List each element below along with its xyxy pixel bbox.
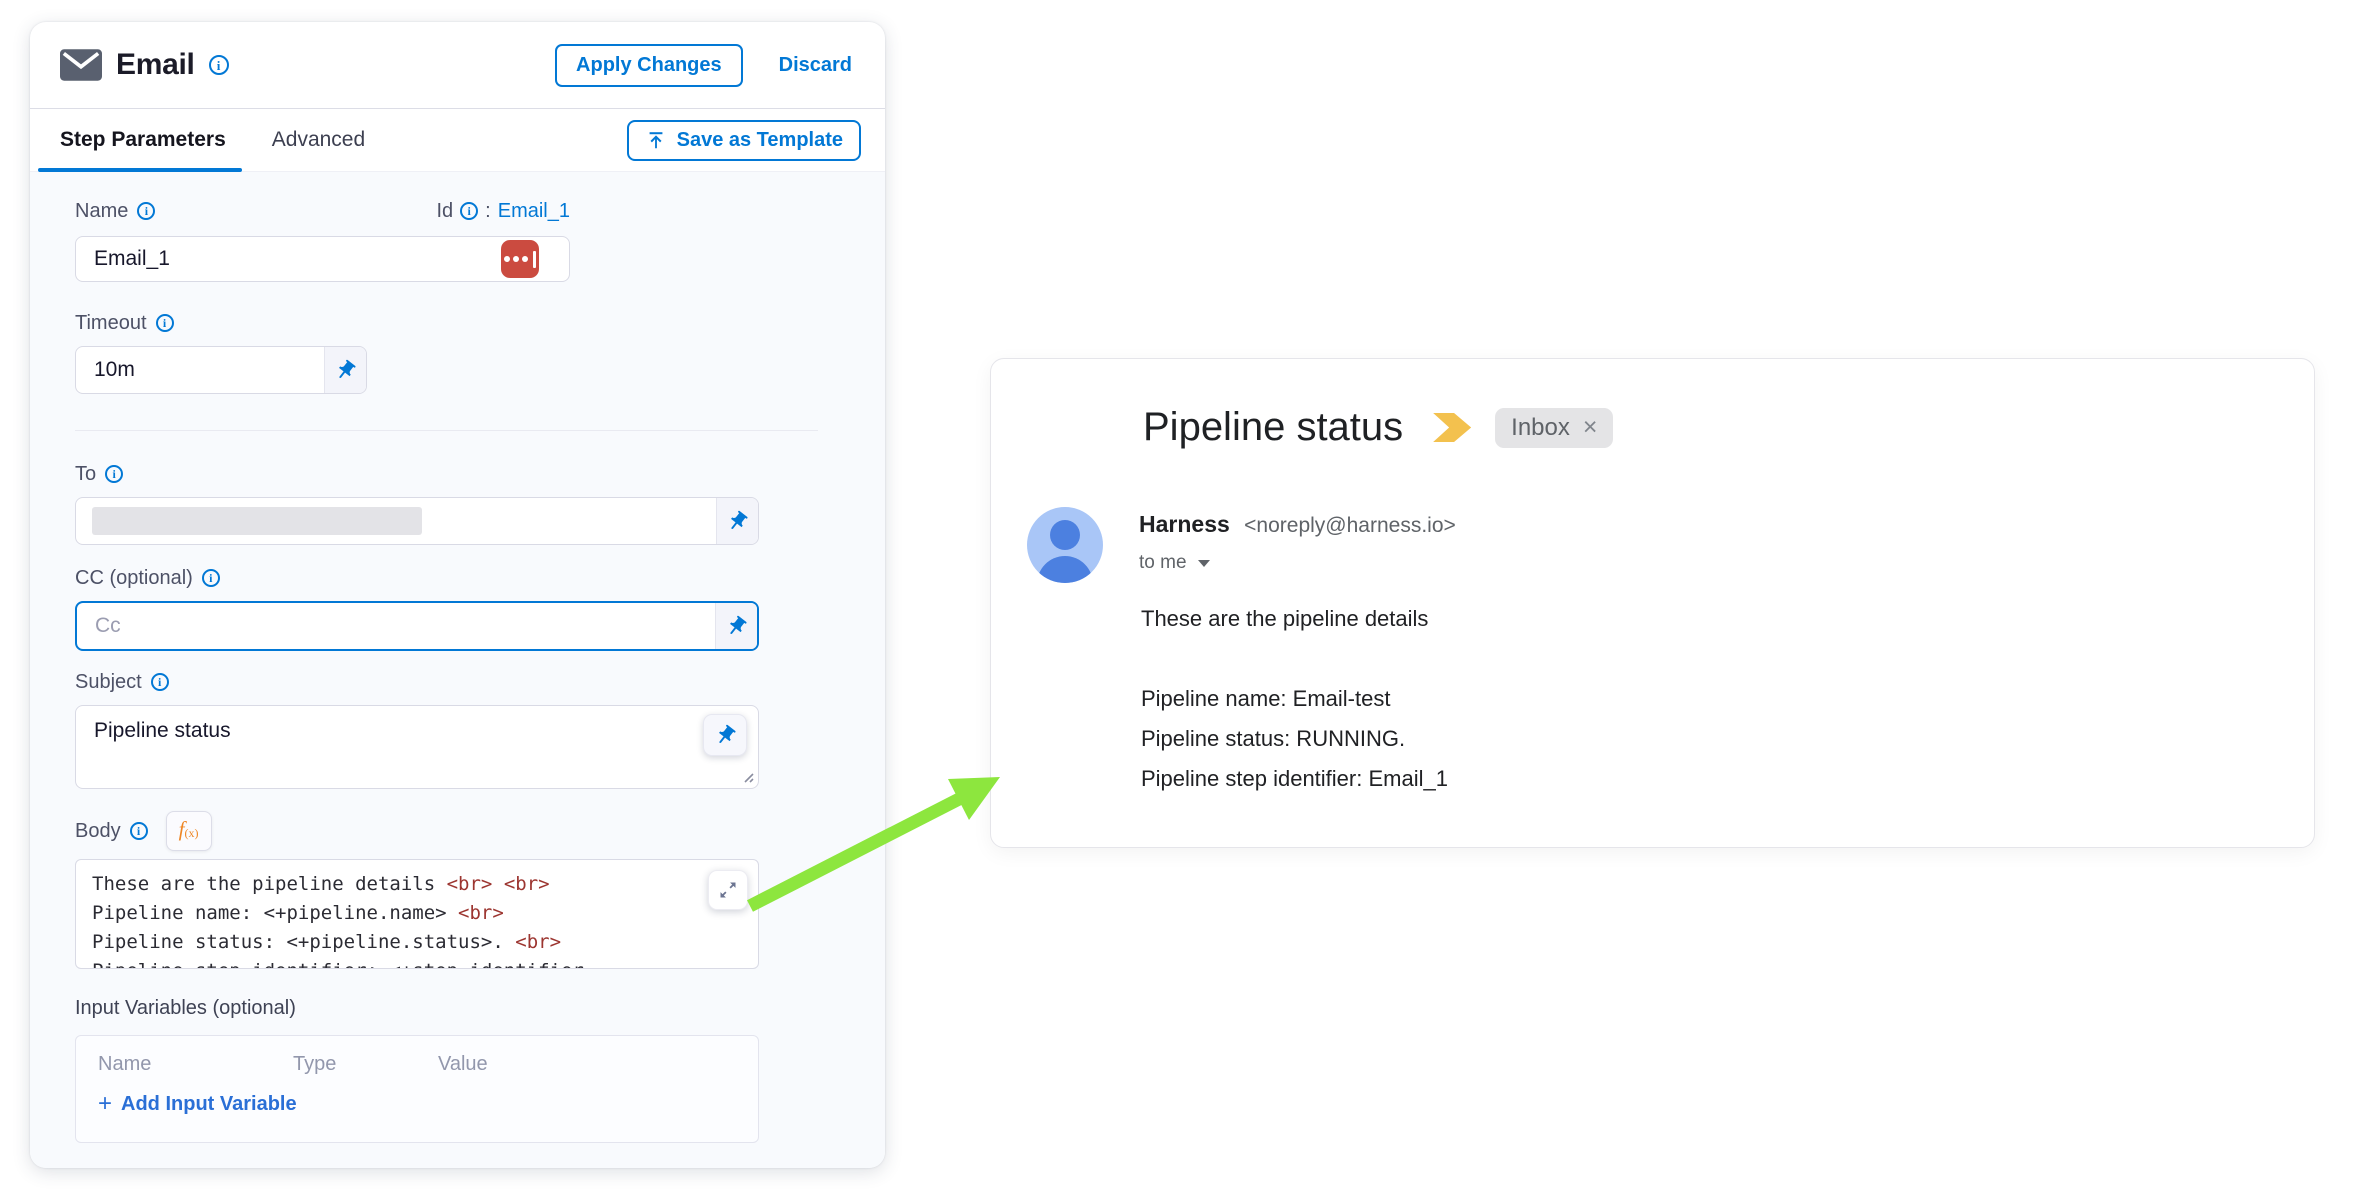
expression-fx-button[interactable]: f(x) [166, 811, 212, 851]
subject-textarea[interactable]: Pipeline status [75, 705, 759, 789]
subject-pin-button[interactable] [703, 714, 747, 756]
expand-icon [718, 880, 738, 900]
name-label-row: Name i [75, 196, 155, 226]
fx-sub-label: (x) [185, 826, 199, 841]
email-body-line: Pipeline status: RUNNING. [1141, 719, 1448, 759]
add-input-variable-button[interactable]: + Add Input Variable [98, 1092, 297, 1116]
timeout-pin-button[interactable] [324, 347, 366, 393]
tab-advanced[interactable]: Advanced [272, 109, 365, 172]
email-step-icon [60, 49, 102, 81]
to-info-icon[interactable]: i [105, 465, 123, 483]
save-as-template-label: Save as Template [677, 129, 843, 152]
subject-wrap: Pipeline status [75, 705, 759, 789]
chevron-down-icon [1198, 560, 1210, 567]
subject-info-icon[interactable]: i [151, 673, 169, 691]
pin-icon [721, 505, 753, 537]
cc-label: CC (optional) [75, 567, 193, 590]
upload-icon [645, 129, 667, 151]
section-divider [75, 430, 818, 431]
body-code-editor[interactable]: These are the pipeline details <br> <br>… [75, 859, 759, 969]
panel-header: Email i Apply Changes Discard [30, 22, 885, 108]
subject-label: Subject [75, 671, 142, 694]
email-body: These are the pipeline details Pipeline … [1141, 599, 1448, 799]
name-input-wrap [75, 236, 570, 282]
email-step-panel: Email i Apply Changes Discard Step Param… [30, 22, 885, 1168]
body-info-icon[interactable]: i [130, 822, 148, 840]
cc-label-row: CC (optional) i [75, 563, 840, 593]
recipient-label: to me [1139, 552, 1187, 574]
resize-handle[interactable] [740, 769, 754, 783]
expand-editor-button[interactable] [708, 870, 748, 910]
tab-step-parameters[interactable]: Step Parameters [60, 109, 226, 172]
remove-label-icon[interactable]: × [1583, 415, 1598, 440]
add-input-variable-label: Add Input Variable [121, 1093, 297, 1116]
email-body-line [1141, 639, 1448, 679]
pin-icon [329, 354, 361, 386]
timeout-input-group [75, 346, 367, 394]
email-preview-card: Pipeline status Inbox × Harness <noreply… [990, 358, 2315, 848]
timeout-input[interactable] [76, 347, 324, 393]
email-body-line: These are the pipeline details [1141, 599, 1448, 639]
body-label-group: Body i [75, 816, 148, 846]
sender-avatar[interactable] [1027, 507, 1103, 583]
column-header-name: Name [98, 1053, 293, 1076]
id-info-icon[interactable]: i [460, 202, 478, 220]
apply-changes-button[interactable]: Apply Changes [555, 44, 743, 87]
body-code-line: Pipeline status: <+pipeline.status>. <br… [92, 928, 742, 957]
plus-icon: + [98, 1092, 112, 1116]
body-code-line: These are the pipeline details <br> <br> [92, 870, 742, 899]
inbox-chip-label: Inbox [1511, 414, 1570, 442]
column-header-value: Value [438, 1053, 488, 1076]
input-variables-label: Input Variables (optional) [75, 993, 840, 1023]
id-label: Id [436, 200, 453, 223]
to-label-row: To i [75, 459, 840, 489]
subject-label-row: Subject i [75, 667, 840, 697]
id-value-link[interactable]: Email_1 [498, 200, 570, 223]
sender-block: Harness <noreply@harness.io> to me [1139, 511, 1456, 574]
cc-info-icon[interactable]: i [202, 569, 220, 587]
pin-icon [709, 719, 741, 751]
id-separator: : [485, 200, 491, 223]
tab-bar: Step Parameters Advanced Save as Templat… [30, 108, 885, 172]
column-header-type: Type [293, 1053, 438, 1076]
sender-email: <noreply@harness.io> [1244, 514, 1456, 537]
timeout-label: Timeout [75, 312, 147, 335]
input-variables-box: Name Type Value + Add Input Variable [75, 1035, 759, 1143]
page-title: Email [116, 48, 195, 82]
name-info-icon[interactable]: i [137, 202, 155, 220]
body-label-row: Body i f(x) [75, 811, 840, 851]
cc-input[interactable] [77, 603, 715, 649]
input-variables-header: Name Type Value [98, 1053, 736, 1076]
body-code-line: Pipeline step identifier: <+step.identif… [92, 957, 742, 969]
body-label: Body [75, 820, 121, 843]
timeout-info-icon[interactable]: i [156, 314, 174, 332]
email-subject-title: Pipeline status [1143, 405, 1403, 450]
step-id-group: Id i : Email_1 [436, 200, 570, 223]
inbox-label-chip[interactable]: Inbox × [1495, 408, 1613, 448]
email-body-line: Pipeline name: Email-test [1141, 679, 1448, 719]
to-label: To [75, 463, 96, 486]
name-input[interactable] [75, 236, 570, 282]
sender-name: Harness [1139, 511, 1230, 537]
to-input-group [75, 497, 759, 545]
redacted-email-block [92, 507, 422, 535]
timeout-label-row: Timeout i [75, 308, 840, 338]
save-as-template-button[interactable]: Save as Template [627, 120, 861, 161]
step-parameters-form: Name i Id i : Email_1 Timeout i [30, 172, 885, 1168]
name-id-row: Name i Id i : Email_1 [75, 196, 570, 226]
email-header-row: Pipeline status Inbox × [1143, 405, 1613, 450]
cc-pin-button[interactable] [715, 603, 757, 649]
title-info-icon[interactable]: i [209, 55, 229, 75]
cc-input-group [75, 601, 759, 651]
name-label: Name [75, 200, 128, 223]
email-body-line: Pipeline step identifier: Email_1 [1141, 759, 1448, 799]
body-code-line: Pipeline name: <+pipeline.name> <br> [92, 899, 742, 928]
discard-button[interactable]: Discard [773, 53, 858, 78]
pin-icon [720, 610, 752, 642]
to-pin-button[interactable] [716, 498, 758, 544]
importance-marker-icon[interactable] [1433, 413, 1471, 442]
password-manager-extension-icon[interactable] [501, 240, 539, 278]
recipient-dropdown[interactable]: to me [1139, 552, 1456, 574]
